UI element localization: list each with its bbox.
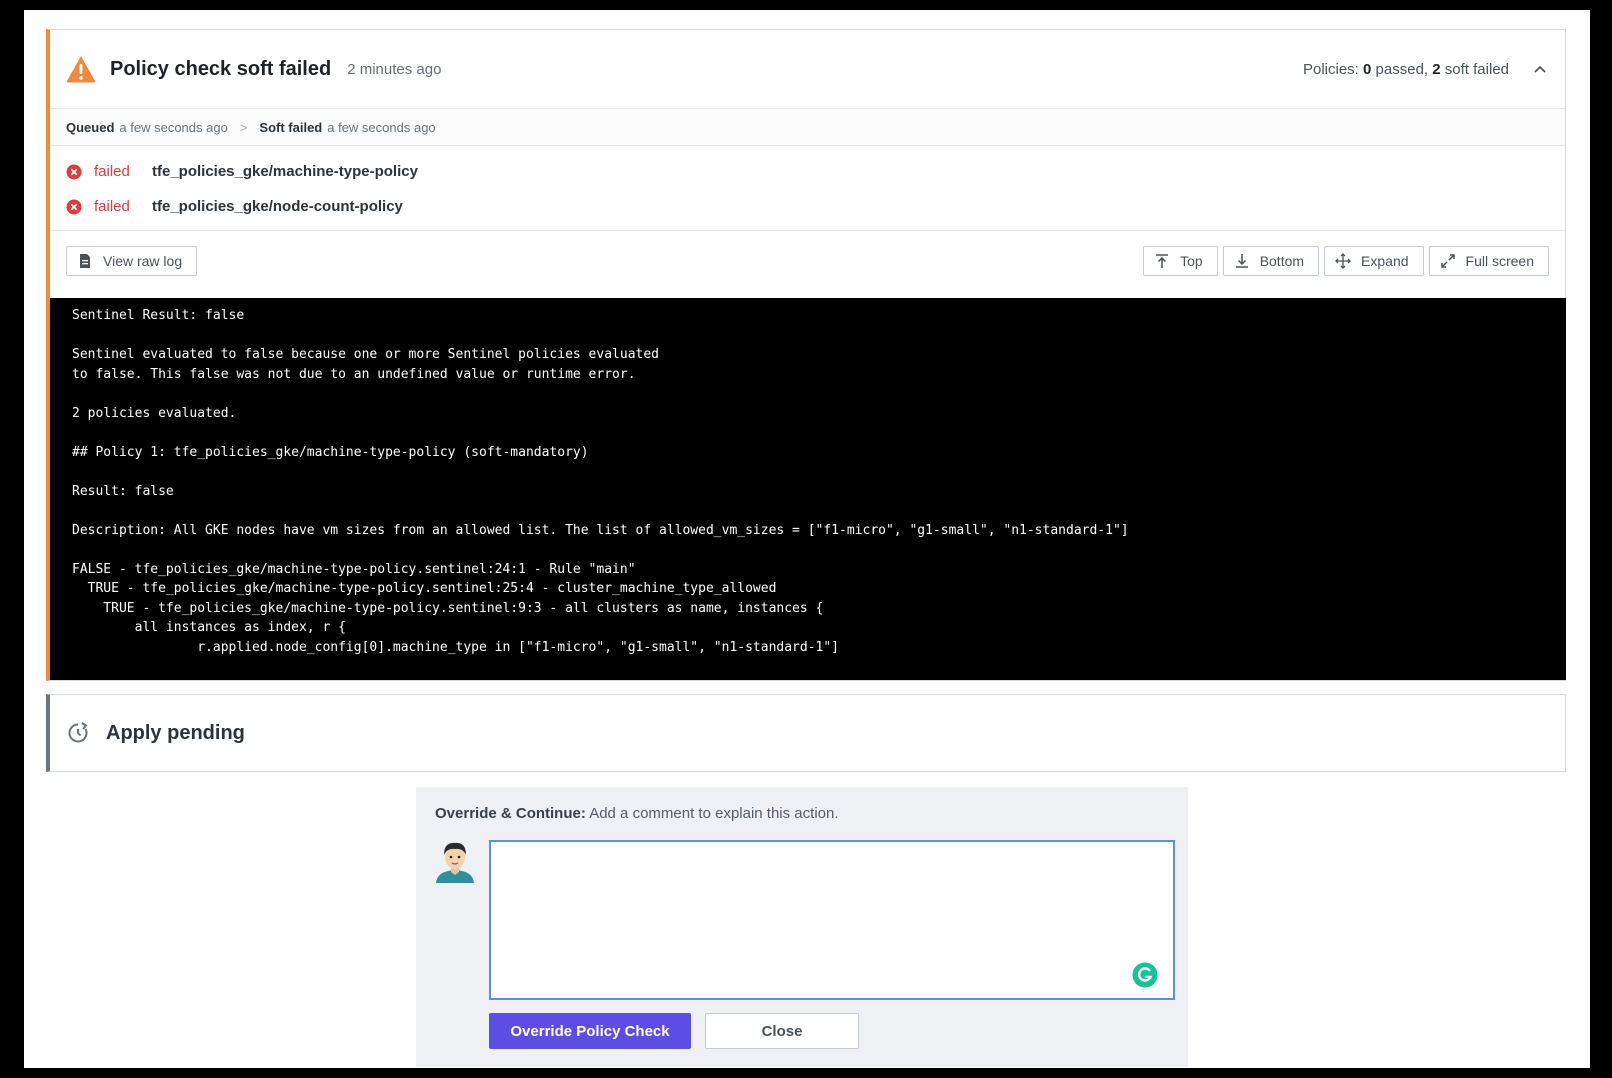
pending-clock-icon (68, 722, 88, 743)
policy-results-list: failed tfe_policies_gke/machine-type-pol… (50, 146, 1565, 231)
policy-check-title: Policy check soft failed (110, 57, 332, 80)
override-policy-check-button[interactable]: Override Policy Check (489, 1013, 691, 1049)
soft-failed-count: 2 (1432, 60, 1441, 78)
bottom-label: Bottom (1259, 253, 1305, 269)
top-label: Top (1180, 253, 1203, 269)
warning-icon (66, 56, 96, 83)
summary-prefix: Policies: (1303, 60, 1359, 78)
grammarly-icon[interactable] (1132, 962, 1158, 988)
full-screen-icon (1440, 254, 1455, 268)
override-label-rest: Add a comment to explain this action. (589, 805, 839, 822)
apply-pending-card[interactable]: Apply pending (46, 694, 1566, 772)
timeline-time-soft-failed: a few seconds ago (327, 119, 436, 135)
result-policy-name: tfe_policies_gke/node-count-policy (152, 198, 403, 215)
document-icon (80, 254, 90, 268)
apply-pending-title: Apply pending (106, 721, 245, 744)
expand-label: Expand (1361, 253, 1409, 269)
override-label-bold: Override & Continue: (435, 805, 586, 822)
scroll-top-button[interactable]: Top (1143, 246, 1218, 276)
log-text: Sentinel Result: false Sentinel evaluate… (72, 308, 1129, 655)
timeline-status-queued: Queued (66, 119, 115, 135)
result-status: failed (94, 198, 130, 215)
status-timeline: Queued a few seconds ago > Soft failed a… (50, 109, 1565, 146)
page-frame: Policy check soft failed 2 minutes ago P… (24, 10, 1590, 1068)
user-avatar (436, 842, 474, 883)
result-policy-name: tfe_policies_gke/machine-type-policy (152, 163, 418, 180)
scroll-bottom-button[interactable]: Bottom (1222, 246, 1320, 276)
soft-failed-label: soft failed (1444, 60, 1509, 78)
arrow-to-top-icon (1156, 254, 1169, 268)
policy-summary: Policies: 0 passed, 2 soft failed (1303, 61, 1509, 78)
passed-label: passed, (1375, 60, 1429, 78)
log-toolbar: View raw log Top Bottom Expand Full scre… (50, 231, 1565, 291)
override-instructions: Override & Continue: Add a comment to ex… (435, 805, 839, 822)
view-raw-log-label: View raw log (103, 253, 183, 269)
policy-check-time: 2 minutes ago (347, 60, 442, 78)
expand-button[interactable]: Expand (1324, 246, 1424, 276)
full-screen-label: Full screen (1465, 253, 1534, 269)
failed-x-circle-icon (66, 164, 82, 179)
timeline-time-queued: a few seconds ago (119, 119, 228, 135)
timeline-separator: > (239, 119, 248, 135)
result-status: failed (94, 163, 130, 180)
failed-x-circle-icon (66, 199, 82, 214)
passed-count: 0 (1363, 60, 1372, 78)
override-panel: Override & Continue: Add a comment to ex… (416, 787, 1188, 1067)
override-comment-input[interactable] (489, 840, 1175, 1000)
policy-check-card: Policy check soft failed 2 minutes ago P… (46, 29, 1566, 681)
timeline-status-soft-failed: Soft failed (259, 119, 323, 135)
policy-result-row: failed tfe_policies_gke/machine-type-pol… (66, 154, 1565, 189)
close-button[interactable]: Close (705, 1013, 859, 1049)
policy-check-header[interactable]: Policy check soft failed 2 minutes ago P… (50, 30, 1565, 109)
expand-arrows-icon (1335, 253, 1351, 269)
full-screen-button[interactable]: Full screen (1428, 246, 1549, 276)
view-raw-log-button[interactable]: View raw log (66, 246, 198, 276)
policy-log-output[interactable]: Sentinel Result: false Sentinel evaluate… (50, 298, 1566, 680)
arrow-to-bottom-icon (1235, 254, 1248, 268)
chevron-up-icon[interactable] (1533, 62, 1547, 76)
policy-result-row: failed tfe_policies_gke/node-count-polic… (66, 189, 1565, 224)
log-toolbar-actions: Top Bottom Expand Full screen (1143, 246, 1549, 276)
